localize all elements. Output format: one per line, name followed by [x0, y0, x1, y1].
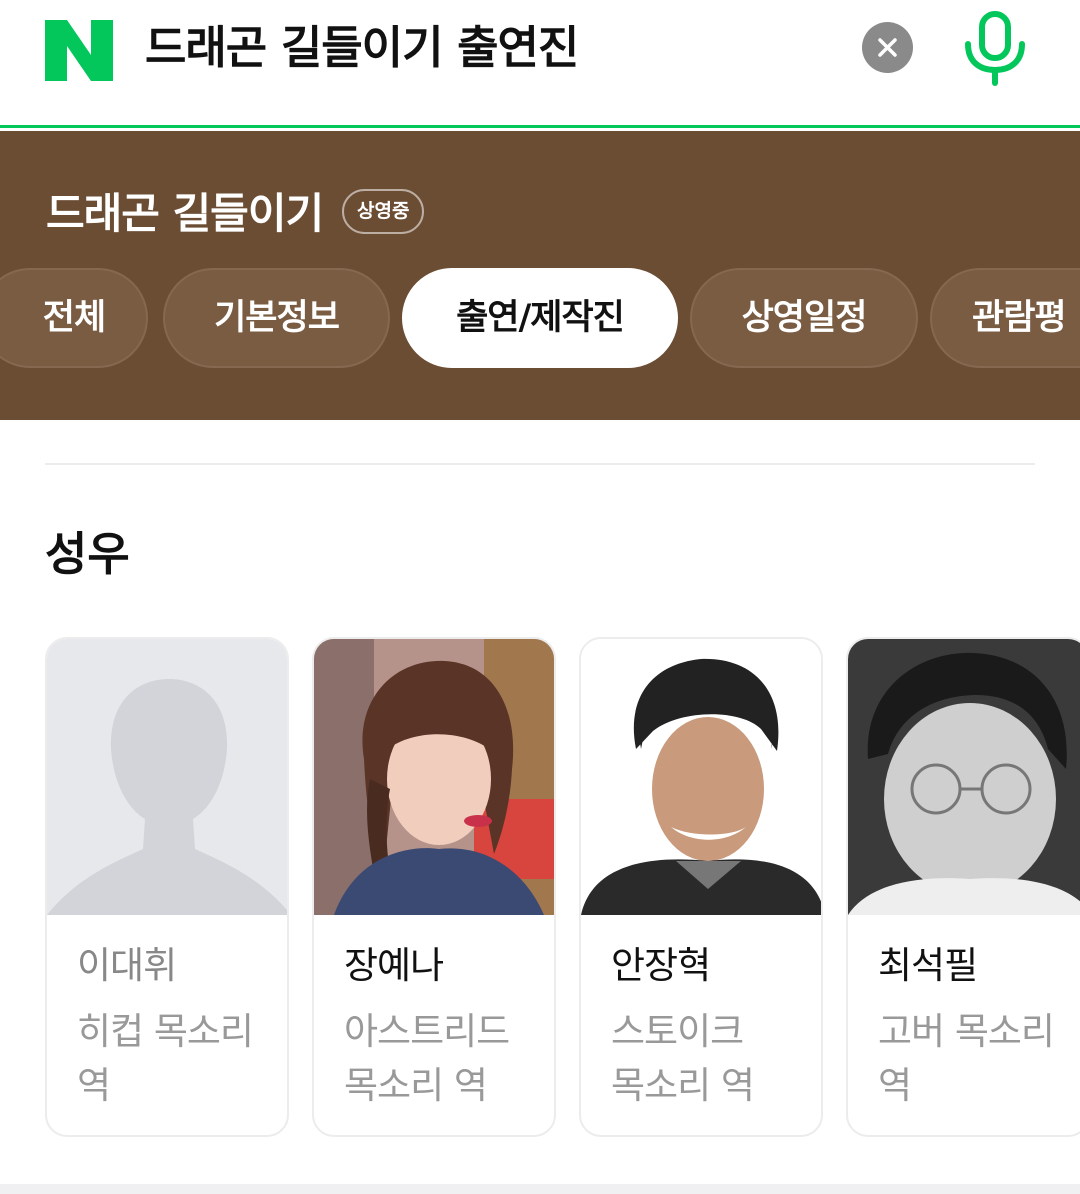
cast-photo — [47, 639, 287, 915]
cast-card[interactable]: 장예나 아스트리드 목소리 역 — [312, 637, 556, 1137]
movie-info-band: 드래곤 길들이기 상영중 전체 기본정보 출연/제작진 상영일정 관람평 — [0, 131, 1080, 420]
cast-role: 아스트리드 목소리 역 — [344, 1010, 510, 1107]
tab-basic-info[interactable]: 기본정보 — [163, 268, 390, 368]
section-title: 성우 — [45, 527, 130, 581]
divider — [45, 463, 1035, 465]
cast-card[interactable]: 안장혁 스토이크 목소리 역 — [579, 637, 823, 1137]
cast-role: 스토이크 목소리 역 — [611, 1010, 755, 1107]
tab-cast-crew[interactable]: 출연/제작진 — [402, 268, 678, 368]
cast-photo — [314, 639, 554, 915]
cast-portrait-image — [581, 639, 821, 915]
tab-all[interactable]: 전체 — [0, 268, 148, 368]
cast-list: 이대휘 히컵 목소리 역 장예나 아스트리드 목소리 역 안장혁 스토이크 목소… — [0, 637, 1080, 1137]
microphone-icon[interactable] — [962, 10, 1028, 86]
bottom-separator — [0, 1184, 1080, 1194]
cast-name: 최석필 — [878, 944, 978, 987]
cast-role: 고버 목소리 역 — [878, 1010, 1055, 1107]
close-icon — [878, 38, 897, 57]
cast-portrait-image — [314, 639, 554, 915]
person-placeholder-icon — [47, 639, 287, 915]
cast-name: 장예나 — [344, 944, 444, 987]
cast-photo — [848, 639, 1080, 915]
search-query[interactable]: 드래곤 길들이기 출연진 — [145, 18, 579, 78]
cast-card[interactable]: 최석필 고버 목소리 역 — [846, 637, 1080, 1137]
cast-role: 히컵 목소리 역 — [77, 1010, 254, 1107]
cast-name: 이대휘 — [77, 944, 177, 987]
cast-photo — [581, 639, 821, 915]
tab-schedule[interactable]: 상영일정 — [690, 268, 918, 368]
cast-name: 안장혁 — [611, 944, 711, 987]
cast-portrait-image — [848, 639, 1080, 915]
tab-reviews[interactable]: 관람평 — [930, 268, 1080, 368]
search-header: 드래곤 길들이기 출연진 — [0, 0, 1080, 128]
cast-card[interactable]: 이대휘 히컵 목소리 역 — [45, 637, 289, 1137]
status-badge: 상영중 — [342, 189, 425, 234]
movie-title[interactable]: 드래곤 길들이기 — [46, 189, 324, 239]
tab-bar: 전체 기본정보 출연/제작진 상영일정 관람평 — [0, 268, 1080, 368]
naver-logo-icon[interactable] — [45, 20, 113, 81]
clear-search-button[interactable] — [862, 22, 913, 73]
